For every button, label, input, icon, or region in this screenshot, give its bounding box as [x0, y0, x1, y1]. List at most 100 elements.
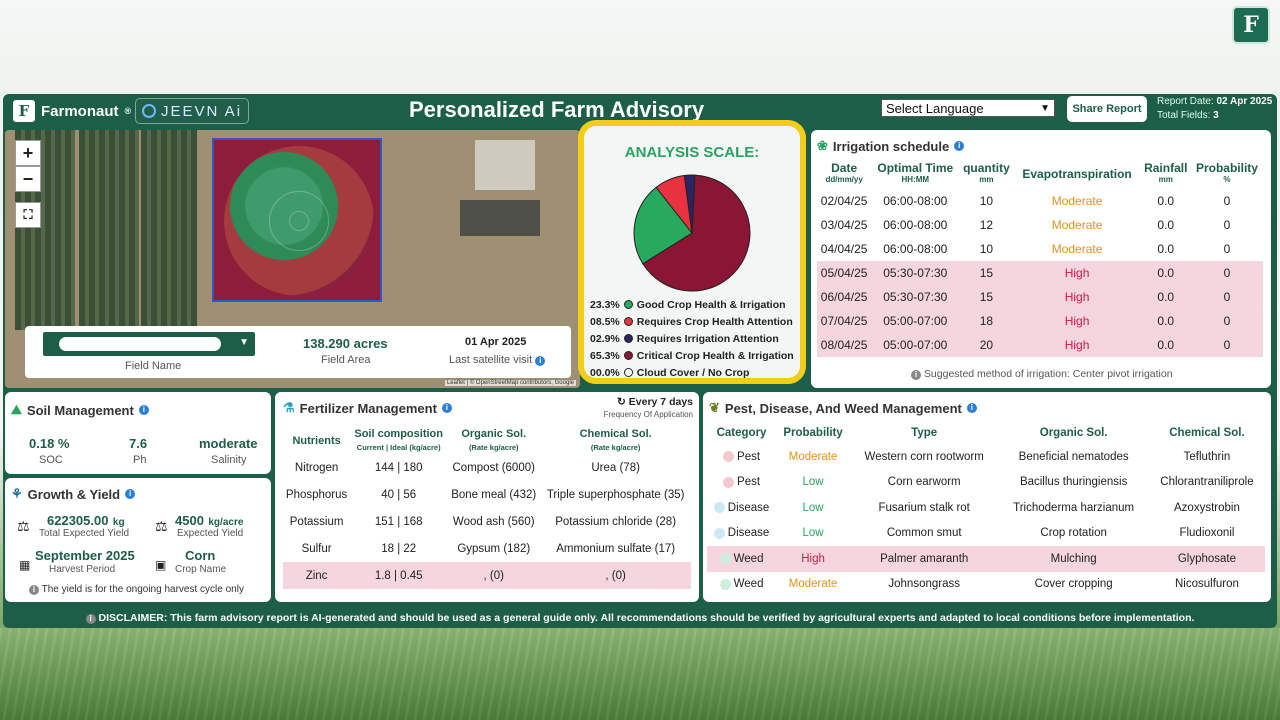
probability: Low [802, 501, 824, 514]
type: Western corn rootworm [864, 450, 984, 463]
chemical-solution: Fludioxonil [1179, 527, 1235, 540]
legend-swatch [623, 351, 633, 360]
category: Disease [707, 495, 776, 521]
field-name-value [59, 337, 221, 351]
building [460, 200, 540, 236]
col-time: Optimal Time HH:MM [877, 161, 954, 184]
table-row: Weed High Palmer amaranth Mulching Glyph… [707, 546, 1265, 572]
fullscreen-icon[interactable]: ⛶ [15, 202, 41, 228]
col-nutrients: Nutrients [292, 434, 341, 447]
legend-label: Critical Crop Health & Irrigation [636, 349, 794, 362]
irrigation-panel: ❀ Irrigation schedule i Date dd/mm/yy Opt… [811, 130, 1271, 388]
info-icon[interactable]: i [954, 141, 965, 151]
info-icon[interactable]: i [966, 403, 977, 413]
field-name-label: Field Name [125, 360, 182, 372]
fertilizer-panel: ⚗ Fertilizer Management i ↻ Every 7 days… [275, 392, 699, 602]
info-icon[interactable]: i [441, 403, 452, 413]
table-row: Weed Moderate Johnsongrass Cover croppin… [707, 572, 1265, 598]
info-icon[interactable]: i [138, 405, 149, 415]
total-fields: 3 [1213, 110, 1219, 121]
organic-solution: Gypsum (182) [457, 542, 531, 555]
calendar-icon: ▦ [19, 558, 31, 572]
type: Common smut [886, 527, 962, 540]
analysis-legend: 23.3% Good Crop Health & Irrigation 08.5%… [590, 296, 804, 381]
table-row: 07/04/25 05:00-07:00 18 High 0.0 0 [817, 309, 1263, 333]
irrigation-time: 06:00-08:00 [883, 218, 948, 232]
language-select[interactable]: Select Language ▼ [881, 99, 1055, 117]
field-boundary[interactable] [212, 138, 382, 302]
brand-name: Farmonaut [41, 102, 119, 120]
irrigation-prob: 0 [1223, 242, 1231, 256]
organic-solution: Crop rotation [1040, 527, 1107, 540]
table-row: Sulfur 18 | 22 Gypsum (182) Ammonium sul… [283, 535, 691, 562]
irrigation-time: 06:00-08:00 [883, 242, 948, 256]
crop-label: Crop Name [175, 564, 227, 575]
info-icon: i [911, 370, 921, 380]
brand-logo: F Farmonaut ® [13, 99, 131, 123]
irrigation-evap: High [1013, 309, 1141, 333]
type: Corn earworm [887, 476, 961, 489]
organic-solution: Compost (6000) [452, 461, 535, 474]
legend-label: Cloud Cover / No Crop [636, 366, 750, 379]
irrigation-evap: Moderate [1051, 218, 1103, 232]
col-rain: Rainfall mm [1144, 161, 1188, 184]
soil-panel: ⛰ Soil Management i 0.18 % SOC 7.6 Ph mo… [5, 392, 271, 474]
salinity-label: Salinity [211, 454, 247, 466]
irrigation-time: 05:00-07:00 [871, 333, 960, 357]
soil-composition: 1.8 | 0.45 [350, 562, 448, 589]
jeevn-icon [142, 104, 156, 118]
irrigation-title: ❀ Irrigation schedule i [817, 138, 965, 154]
legend-pct: 08.5% [590, 315, 620, 328]
weed-icon [719, 578, 731, 590]
irrigation-prob: 0 [1223, 194, 1231, 208]
scale-icon: ⚖ [155, 518, 168, 534]
info-icon[interactable]: i [125, 489, 136, 499]
irrigation-qty: 15 [959, 285, 1014, 309]
organic-solution: Mulching [998, 546, 1149, 572]
organic-solution: , (0) [447, 562, 541, 589]
probability: High [776, 546, 851, 572]
legend-pct: 00.0% [590, 366, 620, 379]
pest-table: Category Probability Type Organic Sol. C… [707, 422, 1265, 597]
table-row: 06/04/25 05:30-07:30 15 High 0.0 0 [817, 285, 1263, 309]
legend-label: Requires Irrigation Attention [636, 332, 779, 345]
organic-solution: Bacillus thuringiensis [1019, 476, 1128, 489]
nutrient: Potassium [289, 515, 344, 528]
category: Weed [707, 572, 776, 598]
disease-icon [713, 527, 725, 539]
legend-label: Good Crop Health & Irrigation [636, 298, 786, 311]
nutrient: Nitrogen [294, 461, 339, 474]
info-icon[interactable]: i [535, 356, 546, 366]
legend-swatch [623, 300, 633, 309]
crop-strip [79, 130, 139, 330]
soil-composition: 40 | 56 [381, 488, 417, 501]
irrigation-rain: 0.0 [1140, 333, 1191, 357]
probability: Moderate [788, 450, 838, 463]
satellite-map[interactable]: + − ⛶ ▼ Field Name 138.290 acres Field A… [5, 130, 580, 388]
last-visit-date: 01 Apr 2025 [465, 336, 527, 348]
probability: Low [802, 527, 824, 540]
organic-solution: Beneficial nematodes [1018, 450, 1129, 463]
frequency-label: Frequency Of Application [603, 410, 693, 419]
col-qty: quantity mm [963, 161, 1010, 184]
registered-mark: ® [124, 106, 132, 116]
soil-composition: 144 | 180 [374, 461, 423, 474]
chemical-solution: Ammonium sulfate (17) [556, 542, 676, 555]
irrigation-qty: 20 [959, 333, 1014, 357]
disease-icon [713, 502, 725, 514]
growth-title: ⚘ Growth & Yield i [11, 486, 136, 502]
soil-title: ⛰ Soil Management i [11, 402, 149, 418]
table-row: 05/04/25 05:30-07:30 15 High 0.0 0 [817, 261, 1263, 285]
harvest-period: September 2025 [35, 548, 135, 563]
jeevn-ai-logo: JEEVN Ai [135, 98, 249, 124]
zoom-out-button[interactable]: − [15, 166, 41, 192]
share-report-button[interactable]: Share Report [1067, 96, 1147, 122]
irrigation-table: Date dd/mm/yy Optimal Time HH:MM quantity m… [817, 162, 1263, 357]
farmonaut-logo-icon: F [1232, 6, 1270, 44]
col-prob: Probability% [1195, 161, 1258, 184]
field-name-select[interactable]: ▼ [43, 332, 255, 356]
zoom-in-button[interactable]: + [15, 140, 41, 166]
ph-value: 7.6 [129, 436, 148, 451]
grass-background [0, 628, 1280, 720]
soil-icon: ⛰ [11, 402, 22, 417]
